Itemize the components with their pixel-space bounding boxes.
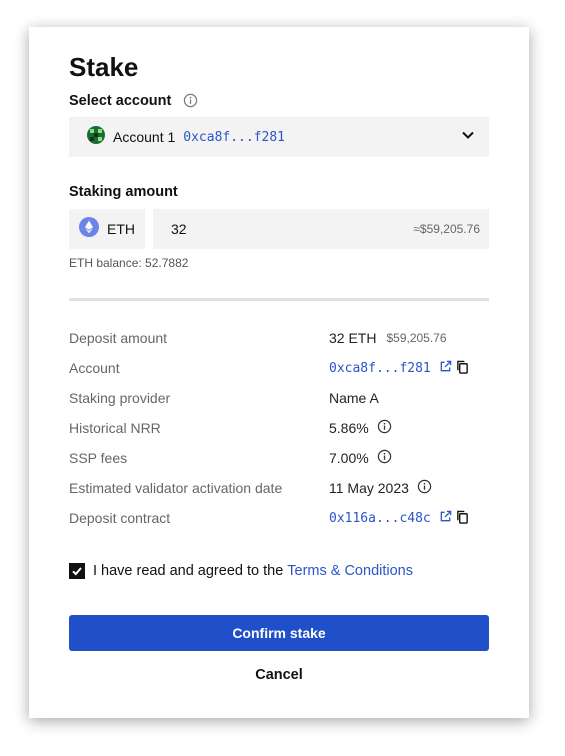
provider-label: Staking provider: [69, 390, 171, 406]
terms-agreement: I have read and agreed to the Terms & Co…: [69, 563, 413, 579]
staking-amount-label: Staking amount: [69, 184, 178, 200]
chevron-down-icon[interactable]: [461, 128, 475, 147]
amount-usd-equivalent: ≈$59,205.76: [413, 222, 480, 236]
checkmark-icon: [72, 567, 82, 576]
info-icon[interactable]: [417, 479, 432, 497]
deposit-amount-label: Deposit amount: [69, 330, 168, 346]
nrr-label: Historical NRR: [69, 420, 161, 436]
amount-input[interactable]: 32 ≈$59,205.76: [153, 209, 489, 249]
page-title: Stake: [69, 52, 139, 82]
detail-row-deposit-contract: Deposit contract 0x116a...c48c: [69, 508, 489, 528]
account-name: Account 1: [113, 129, 176, 145]
cancel-button[interactable]: Cancel: [69, 667, 489, 683]
amount-value[interactable]: 32: [171, 221, 187, 237]
copy-icon[interactable]: [456, 510, 469, 527]
account-select[interactable]: Account 1 0xca8f...f281: [69, 117, 489, 157]
deposit-amount-value: 32 ETH: [329, 330, 377, 346]
nrr-value: 5.86%: [329, 420, 369, 436]
external-link-icon[interactable]: [439, 510, 452, 526]
account-value[interactable]: 0xca8f...f281: [329, 361, 431, 376]
eth-icon: [79, 216, 99, 242]
divider: [69, 298, 489, 301]
eth-balance: ETH balance: 52.7882: [69, 256, 189, 270]
info-icon[interactable]: [377, 419, 392, 437]
detail-row-activation-date: Estimated validator activation date 11 M…: [69, 478, 489, 498]
detail-row-provider: Staking provider Name A: [69, 388, 489, 408]
info-icon[interactable]: [377, 449, 392, 467]
detail-row-nrr: Historical NRR 5.86%: [69, 418, 489, 438]
copy-icon[interactable]: [456, 360, 469, 377]
activation-date-label: Estimated validator activation date: [69, 480, 283, 496]
ssp-fees-label: SSP fees: [69, 450, 128, 466]
account-label: Account: [69, 360, 120, 376]
ssp-fees-value: 7.00%: [329, 450, 369, 466]
terms-link[interactable]: Terms & Conditions: [287, 563, 413, 579]
info-icon[interactable]: [183, 93, 198, 112]
account-avatar-icon: [87, 125, 105, 149]
account-address: 0xca8f...f281: [183, 129, 286, 145]
terms-checkbox[interactable]: [69, 563, 85, 579]
external-link-icon[interactable]: [439, 360, 452, 376]
activation-date-value: 11 May 2023: [329, 480, 409, 496]
provider-value: Name A: [329, 390, 379, 406]
detail-row-ssp-fees: SSP fees 7.00%: [69, 448, 489, 468]
stake-modal: Stake Select account Account 1 0xca8f...…: [29, 27, 529, 718]
deposit-amount-usd: $59,205.76: [386, 331, 447, 345]
select-account-label-text: Select account: [69, 93, 172, 109]
token-selector[interactable]: ETH: [69, 209, 145, 249]
select-account-label: Select account: [69, 93, 198, 112]
terms-text: I have read and agreed to the: [93, 563, 284, 579]
detail-row-account: Account 0xca8f...f281: [69, 358, 489, 378]
token-label: ETH: [107, 221, 135, 237]
detail-row-deposit-amount: Deposit amount 32 ETH $59,205.76: [69, 328, 489, 348]
deposit-contract-label: Deposit contract: [69, 510, 171, 526]
deposit-contract-value[interactable]: 0x116a...c48c: [329, 511, 431, 526]
confirm-stake-button[interactable]: Confirm stake: [69, 615, 489, 651]
